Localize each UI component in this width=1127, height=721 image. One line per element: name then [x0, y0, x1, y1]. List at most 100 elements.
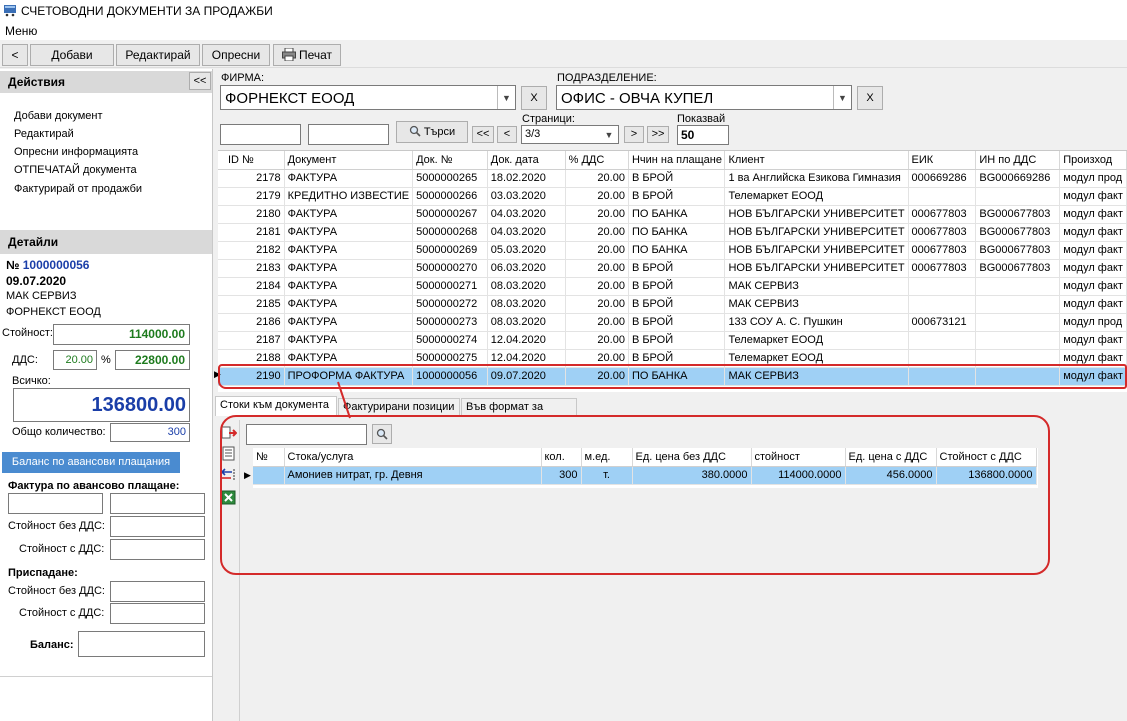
cell-vat-percent: 20.00 — [565, 259, 629, 278]
action-add-document[interactable]: Добави документ — [14, 110, 103, 122]
table-row[interactable]: 2186 ФАКТУРА 5000000273 08.03.2020 20.00 В БР… — [218, 313, 1127, 332]
action-invoice-from-sales[interactable]: Фактурирай от продажби — [14, 183, 142, 195]
cell-origin: модул факт — [1059, 331, 1127, 350]
cell-id: 2180 — [218, 205, 285, 224]
cell-vat-id: BG000677803 — [975, 259, 1061, 278]
edit-button[interactable]: Редактирай — [116, 44, 200, 66]
refresh-button[interactable]: Опресни — [202, 44, 270, 66]
ded-value-with-vat-field[interactable] — [110, 603, 205, 624]
col-doc-number[interactable]: Док. № — [412, 151, 488, 170]
search-button[interactable]: Търси — [396, 121, 468, 143]
advance-balance-button[interactable]: Баланс по авансови плащания — [2, 452, 180, 473]
action-print-document[interactable]: ОТПЕЧАТАЙ документа — [14, 164, 137, 176]
percent-sign: % — [101, 354, 111, 366]
table-row[interactable]: 2181 ФАКТУРА 5000000268 04.03.2020 20.00 ПО Б… — [218, 223, 1127, 242]
cell-payment-method: ПО БАНКА — [628, 223, 726, 242]
cell-client: МАК СЕРВИЗ — [724, 277, 909, 296]
cell-client: 133 СОУ А. С. Пушкин — [724, 313, 909, 332]
title-bar: СЧЕТОВОДНИ ДОКУМЕНТИ ЗА ПРОДАЖБИ — [0, 0, 1127, 22]
number-label: № — [6, 258, 20, 272]
value-field[interactable]: 114000.00 — [53, 324, 190, 345]
cell-payment-method: В БРОЙ — [628, 259, 726, 278]
table-row[interactable]: 2178 ФАКТУРА 5000000265 18.02.2020 20.00 В БР… — [218, 169, 1127, 188]
balance-field[interactable] — [78, 631, 205, 657]
cell-doc-date: 04.03.2020 — [487, 205, 566, 224]
cell-payment-method: В БРОЙ — [628, 169, 726, 188]
show-count-field[interactable]: 50 — [677, 125, 729, 145]
cell-doc-date: 08.03.2020 — [487, 313, 566, 332]
print-button[interactable]: Печат — [273, 44, 341, 66]
divider — [0, 676, 212, 677]
search-field-2[interactable] — [308, 124, 389, 145]
cell-payment-method: В БРОЙ — [628, 313, 726, 332]
col-eik[interactable]: ЕИК — [908, 151, 977, 170]
firm-clear-button[interactable]: X — [521, 86, 547, 110]
add-button[interactable]: Добави — [30, 44, 114, 66]
cell-vat-percent: 20.00 — [565, 331, 629, 350]
advance-invoice-field-2[interactable] — [110, 493, 205, 514]
vat-percent-field[interactable]: 20.00 — [53, 350, 97, 370]
cell-doc-number: 5000000274 — [412, 331, 488, 350]
table-row[interactable]: 2187 ФАКТУРА 5000000274 12.04.2020 20.00 В БР… — [218, 331, 1127, 350]
cell-vat-percent: 20.00 — [565, 169, 629, 188]
cell-eik: 000677803 — [908, 259, 977, 278]
menu-item[interactable]: Меню — [5, 24, 37, 38]
col-vat-id[interactable]: ИН по ДДС — [975, 151, 1061, 170]
table-row[interactable]: 2182 ФАКТУРА 5000000269 05.03.2020 20.00 ПО Б… — [218, 241, 1127, 260]
back-button[interactable]: < — [2, 44, 28, 66]
search-icon — [409, 125, 421, 137]
vat-value-field[interactable]: 22800.00 — [115, 350, 190, 370]
tab-print-format[interactable]: Във формат за печат — [461, 398, 577, 429]
table-row[interactable]: 2180 ФАКТУРА 5000000267 04.03.2020 20.00 ПО Б… — [218, 205, 1127, 224]
cell-origin: модул факт — [1059, 295, 1127, 314]
total-field[interactable]: 136800.00 — [13, 388, 190, 422]
prev-page-button[interactable]: < — [497, 126, 517, 143]
action-refresh[interactable]: Опресни информацията — [14, 146, 138, 158]
col-origin[interactable]: Произход — [1059, 151, 1127, 170]
adv-value-with-vat-field[interactable] — [110, 539, 205, 560]
col-doc-date[interactable]: Док. дата — [487, 151, 566, 170]
pages-select[interactable]: 3/3 ▼ — [521, 125, 619, 144]
col-vat-percent[interactable]: % ДДС — [565, 151, 629, 170]
cell-document: ФАКТУРА — [284, 331, 414, 350]
dept-clear-button[interactable]: X — [857, 86, 883, 110]
tab-items[interactable]: Стоки към документа — [215, 396, 337, 416]
table-row[interactable]: 2185 ФАКТУРА 5000000272 08.03.2020 20.00 В БР… — [218, 295, 1127, 314]
cell-eik: 000677803 — [908, 205, 977, 224]
cell-eik — [908, 187, 977, 206]
cell-vat-percent: 20.00 — [565, 205, 629, 224]
vat-label: ДДС: — [12, 354, 38, 366]
cell-doc-date: 04.03.2020 — [487, 223, 566, 242]
advance-invoice-field-1[interactable] — [8, 493, 103, 514]
cell-client: НОВ БЪЛГАРСКИ УНИВЕРСИТЕТ — [724, 241, 909, 260]
collapse-button[interactable]: << — [189, 72, 211, 90]
search-field-1[interactable] — [220, 124, 301, 145]
cell-doc-number: 5000000265 — [412, 169, 488, 188]
doc-date: 09.07.2020 — [6, 274, 67, 288]
cell-payment-method: ПО БАНКА — [628, 205, 726, 224]
col-id[interactable]: ID № — [218, 151, 285, 170]
firm-select-value: ФОРНЕКСТ ЕООД — [225, 90, 355, 107]
col-client[interactable]: Клиент — [724, 151, 909, 170]
cell-origin: модул факт — [1059, 187, 1127, 206]
advance-invoice-label: Фактура по авансово плащане: — [8, 480, 180, 492]
table-row[interactable]: 2184 ФАКТУРА 5000000271 08.03.2020 20.00 В БР… — [218, 277, 1127, 296]
ded-value-without-vat-label: Стойност без ДДС: — [8, 585, 105, 597]
action-edit[interactable]: Редактирай — [14, 128, 74, 140]
cell-origin: модул факт — [1059, 205, 1127, 224]
cell-document: КРЕДИТНО ИЗВЕСТИЕ — [284, 187, 414, 206]
adv-value-without-vat-field[interactable] — [110, 516, 205, 537]
table-row[interactable]: 2179 КРЕДИТНО ИЗВЕСТИЕ 5000000266 03.03.202… — [218, 187, 1127, 206]
ded-value-without-vat-field[interactable] — [110, 581, 205, 602]
col-payment-method[interactable]: Нчин на плащане — [628, 151, 726, 170]
firm-select[interactable]: ФОРНЕКСТ ЕООД ▼ — [220, 85, 516, 110]
dept-select[interactable]: ОФИС - ОВЧА КУПЕЛ ▼ — [556, 85, 852, 110]
col-document[interactable]: Документ — [284, 151, 414, 170]
table-row[interactable]: 2183 ФАКТУРА 5000000270 06.03.2020 20.00 В БР… — [218, 259, 1127, 278]
first-page-button[interactable]: << — [472, 126, 494, 143]
last-page-button[interactable]: >> — [647, 126, 669, 143]
cell-client: НОВ БЪЛГАРСКИ УНИВЕРСИТЕТ — [724, 223, 909, 242]
next-page-button[interactable]: > — [624, 126, 644, 143]
qty-field[interactable]: 300 — [110, 423, 190, 442]
cell-document: ФАКТУРА — [284, 241, 414, 260]
